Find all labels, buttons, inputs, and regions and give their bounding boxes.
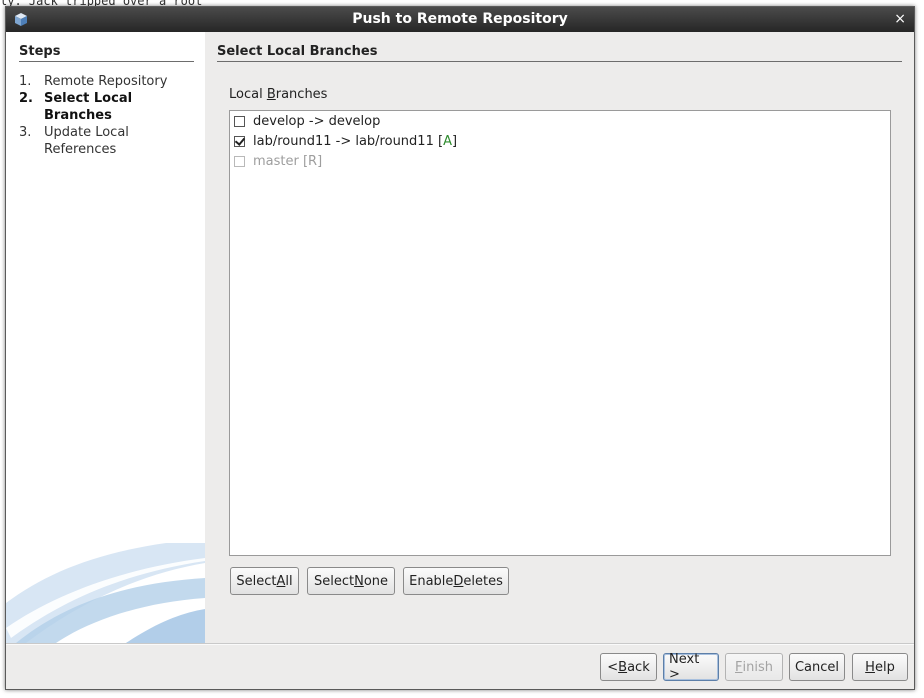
branch-name: lab/round11 -> lab/round11 [A] xyxy=(253,134,457,149)
page-title: Select Local Branches xyxy=(217,44,378,59)
label-text: Local xyxy=(229,87,267,102)
button-label: < xyxy=(607,659,619,675)
help-button[interactable]: Help xyxy=(852,653,908,681)
button-mnemonic: N xyxy=(354,573,364,589)
branch-checkbox xyxy=(234,155,245,167)
cancel-button[interactable]: Cancel xyxy=(789,653,845,681)
enable-deletes-button[interactable]: Enable Deletes xyxy=(403,567,509,595)
button-label: ack xyxy=(627,659,650,675)
branch-row-lab-round11[interactable]: lab/round11 -> lab/round11 [A] xyxy=(234,132,457,150)
close-icon[interactable]: × xyxy=(894,11,906,27)
button-label: eletes xyxy=(463,573,503,589)
finish-button: Finish xyxy=(725,653,783,681)
step-number: 3. xyxy=(19,125,32,140)
content-panel: Select Local Branches Local Branches dev… xyxy=(205,32,914,643)
step-number: 1. xyxy=(19,74,32,89)
branch-checkbox[interactable] xyxy=(234,115,245,127)
footer-divider-highlight xyxy=(6,644,914,645)
push-dialog: Push to Remote Repository × Steps 1. Rem… xyxy=(5,6,915,690)
button-label: elp xyxy=(874,659,895,675)
button-label: Select xyxy=(313,573,355,589)
button-mnemonic: B xyxy=(618,659,628,675)
step-label: Update Local References xyxy=(44,125,129,157)
step-update-local-references: 3. Update Local References xyxy=(19,124,199,158)
button-mnemonic: H xyxy=(865,659,875,675)
button-label: Enable xyxy=(409,573,454,589)
step-label: Select Local Branches xyxy=(44,91,133,123)
button-label: Select xyxy=(236,573,277,589)
local-branches-label: Local Branches xyxy=(229,87,327,102)
dialog-title: Push to Remote Repository xyxy=(352,11,568,27)
decorative-swoosh-image xyxy=(6,543,205,643)
button-label: inish xyxy=(742,659,773,675)
next-button[interactable]: Next > xyxy=(663,652,719,682)
title-divider xyxy=(217,61,902,62)
button-mnemonic: D xyxy=(453,573,464,589)
branch-checkbox[interactable] xyxy=(234,135,245,147)
button-mnemonic: F xyxy=(735,659,743,675)
branch-tag: [A] xyxy=(437,133,458,149)
branch-name-text: lab/round11 -> lab/round11 xyxy=(253,133,438,149)
step-number: 2. xyxy=(19,91,33,106)
branch-name: develop -> develop xyxy=(253,113,381,129)
branch-list[interactable]: develop -> develop lab/round11 -> lab/ro… xyxy=(229,110,891,556)
button-label: ll xyxy=(285,573,293,589)
branch-name: master [R] xyxy=(253,153,323,169)
steps-divider xyxy=(19,61,194,62)
branch-row-develop[interactable]: develop -> develop xyxy=(234,112,380,130)
step-label: Remote Repository xyxy=(44,74,168,89)
steps-panel: Steps 1. Remote Repository 2. Select Loc… xyxy=(6,32,205,643)
back-button[interactable]: < Back xyxy=(600,653,657,681)
steps-list: 1. Remote Repository 2. Select Local Bra… xyxy=(19,73,199,158)
label-mnemonic: B xyxy=(266,87,276,102)
label-text: ranches xyxy=(275,87,328,102)
steps-heading: Steps xyxy=(19,44,61,59)
select-all-button[interactable]: Select All xyxy=(230,567,299,595)
select-none-button[interactable]: Select None xyxy=(307,567,395,595)
step-remote-repository: 1. Remote Repository xyxy=(19,73,199,90)
button-mnemonic: A xyxy=(276,573,286,589)
step-select-local-branches: 2. Select Local Branches xyxy=(19,90,199,124)
button-label: one xyxy=(363,573,389,589)
dialog-titlebar: Push to Remote Repository × xyxy=(6,7,914,32)
branch-row-master: master [R] xyxy=(234,152,322,170)
